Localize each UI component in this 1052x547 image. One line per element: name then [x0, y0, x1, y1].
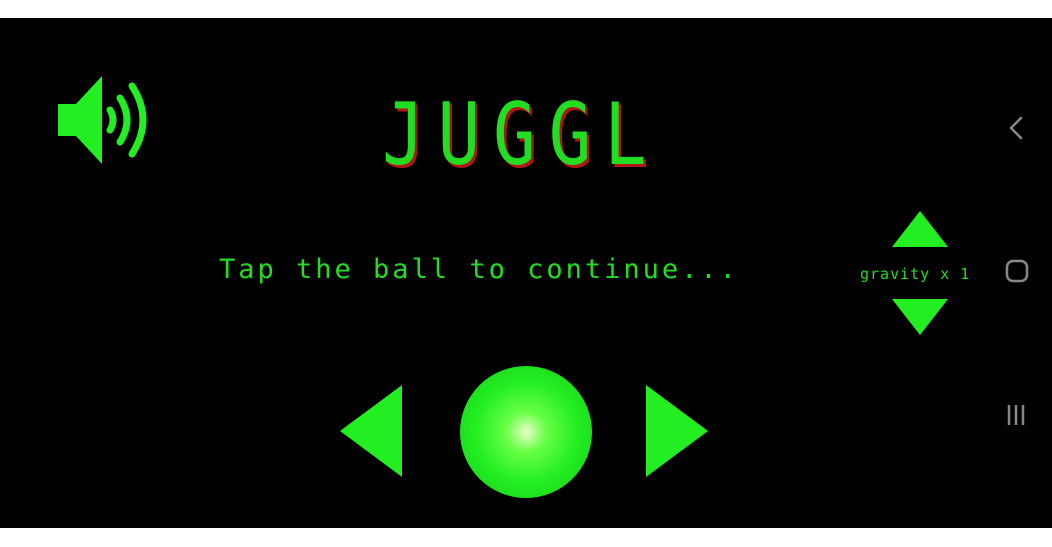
- continue-hint: Tap the ball to continue...: [219, 254, 739, 285]
- triangle-right-icon: [646, 385, 708, 477]
- sound-toggle-button[interactable]: [58, 74, 158, 166]
- triangle-left-icon: [340, 385, 402, 477]
- move-left-button[interactable]: [340, 385, 402, 477]
- chevron-left-icon: [1009, 116, 1023, 140]
- gravity-increase-button[interactable]: [892, 211, 948, 247]
- gravity-decrease-button[interactable]: [892, 299, 948, 335]
- three-lines-icon: [1007, 405, 1025, 425]
- triangle-down-icon: [892, 299, 948, 335]
- nav-home-button[interactable]: [1004, 258, 1030, 284]
- ball[interactable]: [460, 366, 592, 498]
- nav-back-button[interactable]: [1005, 114, 1027, 142]
- triangle-up-icon: [892, 211, 948, 247]
- speaker-on-icon: [58, 76, 147, 164]
- game-title: JUGGL: [382, 85, 660, 185]
- rounded-square-icon: [1005, 259, 1029, 283]
- gravity-label: gravity x 1: [860, 265, 971, 283]
- move-right-button[interactable]: [646, 385, 708, 477]
- nav-recents-button[interactable]: [1005, 402, 1029, 428]
- game-screen: JUGGL Tap the ball to continue... gravit…: [0, 18, 1052, 528]
